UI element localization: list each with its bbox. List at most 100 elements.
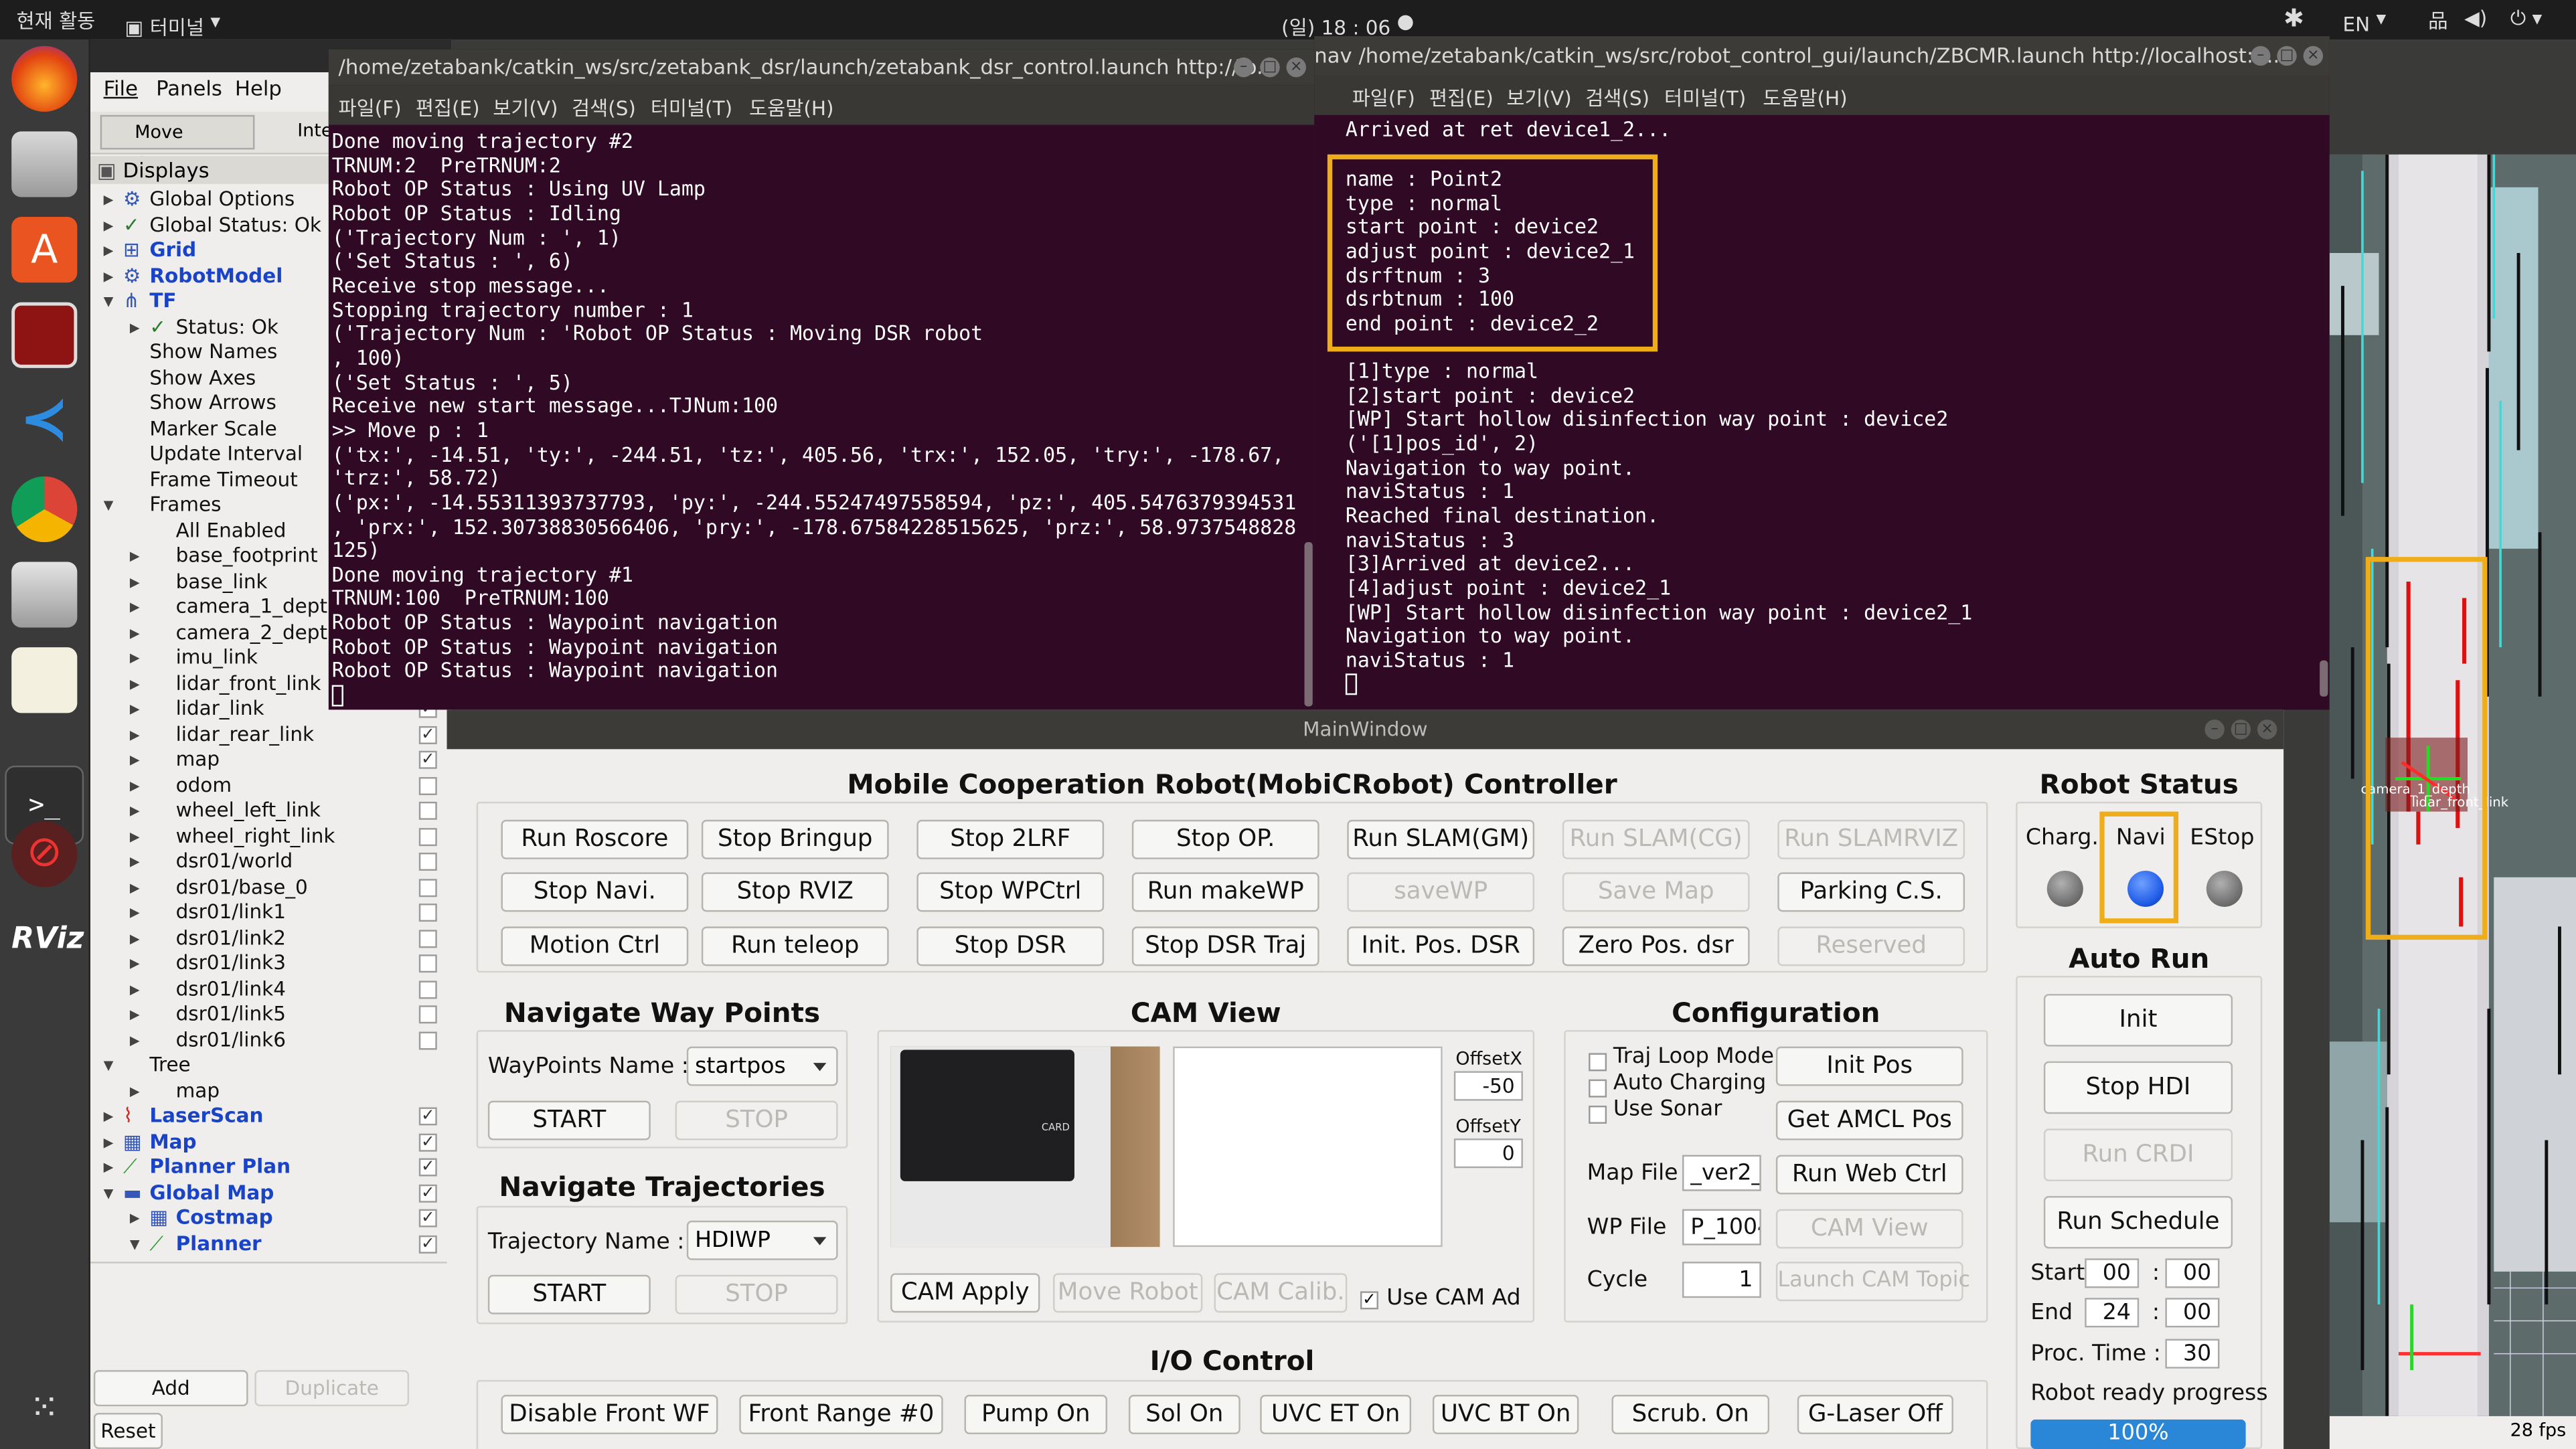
- map-file-field[interactable]: _ver2_1: [1682, 1155, 1761, 1191]
- visibility-checkbox[interactable]: [418, 930, 437, 948]
- tree-item[interactable]: ▸ ⌇ LaserScan ✓: [90, 1104, 452, 1129]
- control-button-stop-dsr-traj[interactable]: Stop DSR Traj: [1131, 926, 1319, 966]
- tree-item[interactable]: ▸ wheel_right_link: [90, 825, 452, 849]
- software-center-icon[interactable]: A: [11, 217, 78, 283]
- trajectory-name-select[interactable]: HDIWP: [686, 1220, 838, 1260]
- visibility-checkbox[interactable]: [418, 777, 437, 796]
- io-button-uvc-bt-on[interactable]: UVC BT On: [1432, 1394, 1579, 1434]
- offset-x-field[interactable]: -50: [1453, 1071, 1523, 1101]
- control-button-init-pos-dsr[interactable]: Init. Pos. DSR: [1347, 926, 1535, 966]
- rviz-icon[interactable]: RViz: [11, 907, 84, 972]
- cam-apply-button[interactable]: CAM Apply: [890, 1273, 1040, 1313]
- control-button-stop-2lrf[interactable]: Stop 2LRF: [916, 819, 1105, 859]
- close-icon[interactable]: ×: [2303, 46, 2324, 66]
- show-apps-icon[interactable]: ⁙: [11, 1377, 77, 1442]
- collapse-arrow-icon[interactable]: ▸: [130, 875, 140, 900]
- visibility-checkbox[interactable]: [418, 879, 437, 898]
- reset-button[interactable]: Reset: [93, 1412, 163, 1449]
- control-button-reserved[interactable]: Reserved: [1777, 926, 1965, 966]
- maximize-icon[interactable]: □: [2231, 719, 2251, 740]
- visibility-checkbox[interactable]: [418, 954, 437, 973]
- menu-file[interactable]: 파일(F): [339, 94, 402, 122]
- control-button-motion-ctrl[interactable]: Motion Ctrl: [501, 926, 689, 966]
- menu-help[interactable]: 도움말(H): [1763, 84, 1847, 112]
- collapse-arrow-icon[interactable]: ▸: [130, 825, 140, 849]
- collapse-arrow-icon[interactable]: ▸: [130, 1029, 140, 1053]
- tree-item[interactable]: ▾ Tree: [90, 1053, 452, 1078]
- io-button-scrub-on[interactable]: Scrub. On: [1611, 1394, 1770, 1434]
- ibus-icon[interactable]: ✱: [2283, 3, 2304, 33]
- visibility-checkbox[interactable]: ✓: [418, 1184, 437, 1203]
- control-button-stop-navi[interactable]: Stop Navi.: [501, 872, 689, 912]
- control-button-stop-bringup[interactable]: Stop Bringup: [701, 819, 889, 859]
- collapse-arrow-icon[interactable]: ▸: [130, 1002, 140, 1027]
- tree-item[interactable]: ▸ ▦ Costmap ✓: [90, 1206, 452, 1231]
- visibility-checkbox[interactable]: ✓: [418, 726, 437, 744]
- menu-search[interactable]: 검색(S): [1585, 84, 1649, 112]
- firefox-icon[interactable]: [11, 46, 78, 112]
- end-minute-field[interactable]: 00: [2165, 1298, 2220, 1328]
- menu-edit[interactable]: 편집(E): [1429, 84, 1494, 112]
- tree-item[interactable]: ▸ dsr01/base_0: [90, 875, 452, 900]
- collapse-arrow-icon[interactable]: ▸: [130, 798, 140, 823]
- visibility-checkbox[interactable]: [418, 828, 437, 847]
- visibility-checkbox[interactable]: ✓: [418, 1158, 437, 1177]
- app-menu[interactable]: ▣ 터미널 ▾: [125, 7, 221, 39]
- collapse-arrow-icon[interactable]: ▸: [130, 543, 140, 568]
- tree-item[interactable]: ▾ ⟋ Planner ✓: [90, 1232, 452, 1257]
- tree-item[interactable]: ▸ lidar_rear_link ✓: [90, 723, 452, 748]
- io-button-disable-front-wf[interactable]: Disable Front WF: [501, 1394, 718, 1434]
- collapse-arrow-icon[interactable]: ▸: [130, 672, 140, 697]
- terminal-1-output[interactable]: Done moving trajectory #2 TRNUM:2 PreTRN…: [331, 129, 1305, 708]
- rviz-map-view[interactable]: camera_1_depth lidar_front_link: [2329, 154, 2576, 1416]
- collapse-arrow-icon[interactable]: ▸: [104, 214, 114, 238]
- tree-item[interactable]: ▸ ⟋ Planner Plan ✓: [90, 1155, 452, 1180]
- collapse-arrow-icon[interactable]: ▸: [104, 1155, 114, 1180]
- waypoints-stop-button[interactable]: STOP: [675, 1100, 838, 1140]
- waypoints-start-button[interactable]: START: [487, 1100, 651, 1140]
- control-button-stop-rviz[interactable]: Stop RVIZ: [701, 872, 889, 912]
- move-robot-button[interactable]: Move Robot: [1053, 1273, 1203, 1313]
- collapse-arrow-icon[interactable]: ▸: [130, 1206, 140, 1231]
- close-icon[interactable]: ×: [1286, 57, 1306, 78]
- start-minute-field[interactable]: 00: [2165, 1258, 2220, 1288]
- menu-search[interactable]: 검색(S): [572, 94, 636, 122]
- collapse-arrow-icon[interactable]: ▸: [130, 697, 140, 721]
- collapse-arrow-icon[interactable]: ▸: [104, 238, 114, 263]
- terminal-2-output-bottom[interactable]: [1]type : normal [2]start point : device…: [1345, 359, 1973, 673]
- collapse-arrow-icon[interactable]: ▸: [104, 264, 114, 289]
- collapse-arrow-icon[interactable]: ▸: [130, 570, 140, 595]
- minimize-icon[interactable]: –: [1234, 57, 1254, 78]
- io-button-g-laser-off[interactable]: G-Laser Off: [1797, 1394, 1953, 1434]
- collapse-arrow-icon[interactable]: ▸: [130, 951, 140, 976]
- control-button-run-slamrviz[interactable]: Run SLAMRVIZ: [1777, 819, 1965, 859]
- visibility-checkbox[interactable]: [418, 801, 437, 820]
- tree-item[interactable]: ▸ ▦ Map ✓: [90, 1130, 452, 1155]
- run-crdi-button[interactable]: Run CRDI: [2043, 1128, 2233, 1181]
- control-button-run-roscore[interactable]: Run Roscore: [501, 819, 689, 859]
- maximize-icon[interactable]: □: [2277, 46, 2297, 66]
- menu-file[interactable]: 파일(F): [1352, 84, 1415, 112]
- io-button-front-range-0[interactable]: Front Range #0: [739, 1394, 943, 1434]
- use-sonar-checkbox[interactable]: [1589, 1105, 1607, 1124]
- expand-arrow-icon[interactable]: ▾: [104, 289, 114, 314]
- collapse-arrow-icon[interactable]: ▸: [130, 315, 140, 340]
- control-button-stop-op[interactable]: Stop OP.: [1131, 819, 1319, 859]
- collapse-arrow-icon[interactable]: ▸: [104, 1104, 114, 1129]
- vscode-icon[interactable]: ≺: [11, 387, 77, 453]
- proc-time-field[interactable]: 30: [2165, 1339, 2220, 1369]
- collapse-arrow-icon[interactable]: ▸: [130, 748, 140, 772]
- control-button-parking-c-s[interactable]: Parking C.S.: [1777, 872, 1965, 912]
- maximize-icon[interactable]: □: [1260, 57, 1280, 78]
- tree-item[interactable]: ▸ map ✓: [90, 748, 452, 772]
- start-hour-field[interactable]: 00: [2085, 1258, 2140, 1288]
- stop-hdi-button[interactable]: Stop HDI: [2043, 1061, 2233, 1114]
- use-cam-ad-checkbox[interactable]: ✓: [1360, 1291, 1378, 1310]
- tree-item[interactable]: ▸ dsr01/link6: [90, 1029, 452, 1053]
- tree-item[interactable]: ▸ odom: [90, 774, 452, 798]
- collapse-arrow-icon[interactable]: ▸: [130, 849, 140, 874]
- waypoints-name-select[interactable]: startpos: [686, 1046, 838, 1086]
- io-button-pump-on[interactable]: Pump On: [964, 1394, 1108, 1434]
- cam-view-button[interactable]: CAM View: [1775, 1209, 1963, 1249]
- duplicate-display-button[interactable]: Duplicate: [254, 1370, 410, 1407]
